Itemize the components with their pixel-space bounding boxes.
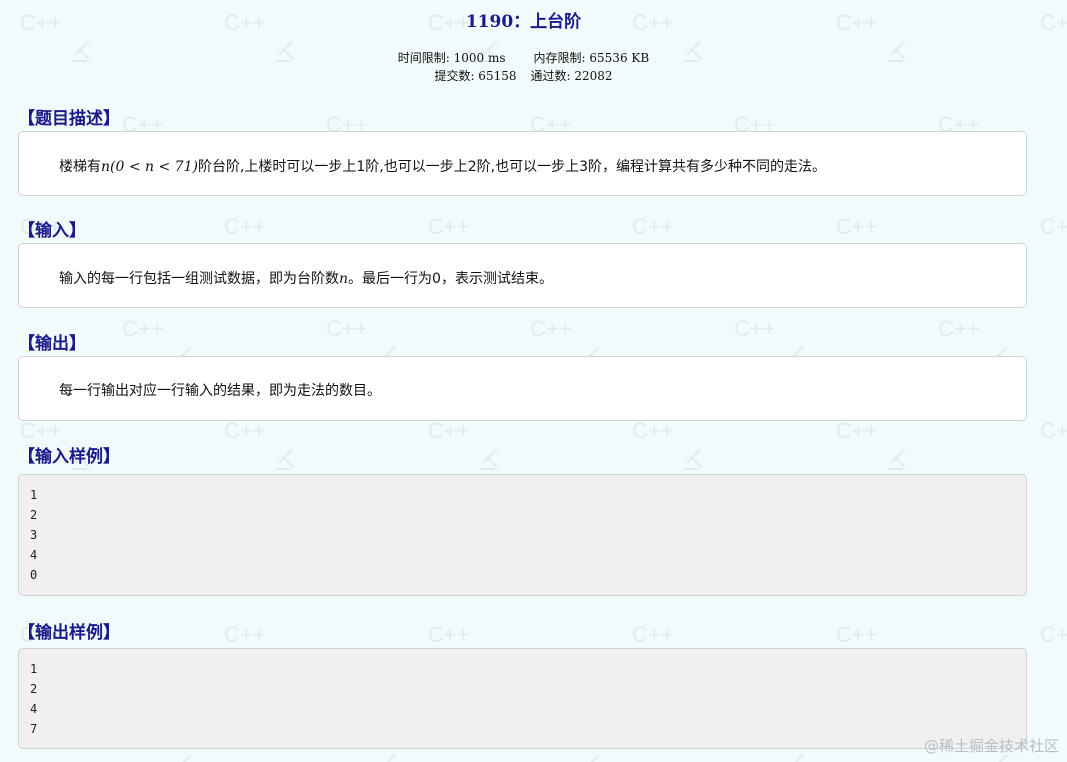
sample-output-block[interactable]: 1 2 4 7 xyxy=(18,648,1027,749)
sample-input-block[interactable]: 1 2 3 4 0 xyxy=(18,474,1027,596)
input-math: n xyxy=(339,271,349,287)
stats-line: 提交数: 65158 通过数: 22082 xyxy=(0,67,1047,84)
sample-input-line: 3 xyxy=(30,528,38,542)
description-text: 楼梯有n(0 < n < 71)阶台阶,上楼时可以一步上1阶,也可以一步上2阶,… xyxy=(59,159,827,175)
description-heading: 【题目描述】 xyxy=(18,109,120,129)
accepted-count: 通过数: 22082 xyxy=(530,69,613,83)
memory-limit: 内存限制: 65536 KB xyxy=(533,51,650,65)
time-limit: 时间限制: 1000 ms xyxy=(397,51,506,65)
site-watermark-label: @稀土掘金技术社区 xyxy=(923,737,1059,755)
description-math: n(0 < n < 71) xyxy=(101,159,198,175)
page-title: 1190：上台阶 xyxy=(465,12,582,32)
sample-input-line: 2 xyxy=(30,508,38,522)
sample-input-line: 4 xyxy=(30,548,38,562)
sample-output-line: 2 xyxy=(30,682,38,696)
sample-input-line: 1 xyxy=(30,488,38,502)
sample-output-line: 7 xyxy=(30,722,38,736)
output-heading: 【输出】 xyxy=(18,334,86,354)
input-text: 输入的每一行包括一组测试数据，即为台阶数n。最后一行为0，表示测试结束。 xyxy=(59,271,553,287)
limits-line: 时间限制: 1000 ms 内存限制: 65536 KB xyxy=(0,49,1047,66)
sample-input-line: 0 xyxy=(30,568,38,582)
input-panel: 输入的每一行包括一组测试数据，即为台阶数n。最后一行为0，表示测试结束。 xyxy=(18,243,1027,308)
description-panel: 楼梯有n(0 < n < 71)阶台阶,上楼时可以一步上1阶,也可以一步上2阶,… xyxy=(18,131,1027,196)
input-heading: 【输入】 xyxy=(18,221,86,241)
sample-output-heading: 【输出样例】 xyxy=(18,623,120,643)
output-text: 每一行输出对应一行输入的结果，即为走法的数目。 xyxy=(59,383,381,399)
sample-output-line: 1 xyxy=(30,662,38,676)
submission-count: 提交数: 65158 xyxy=(434,69,517,83)
sample-input-heading: 【输入样例】 xyxy=(18,447,120,467)
output-panel: 每一行输出对应一行输入的结果，即为走法的数目。 xyxy=(18,356,1027,421)
sample-output-line: 4 xyxy=(30,702,38,716)
